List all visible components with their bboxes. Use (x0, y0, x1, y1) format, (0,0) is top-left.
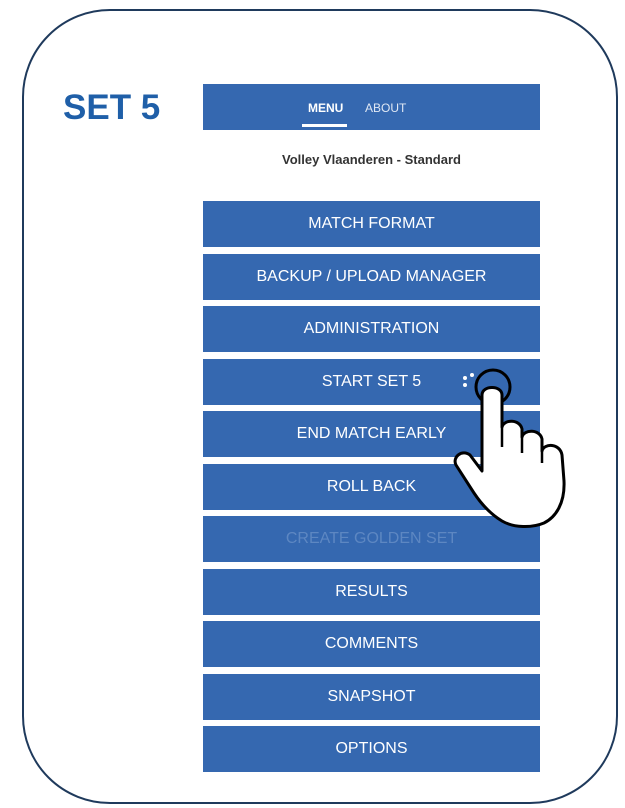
comments-button[interactable]: COMMENTS (203, 621, 540, 667)
options-button[interactable]: OPTIONS (203, 726, 540, 772)
top-tab-bar: MENU ABOUT (203, 84, 540, 130)
match-format-button[interactable]: MATCH FORMAT (203, 201, 540, 247)
results-button[interactable]: RESULTS (203, 568, 540, 615)
scoresheet-type-label: Volley Vlaanderen - Standard (282, 152, 461, 167)
tab-about[interactable]: ABOUT (365, 101, 406, 115)
tap-hand-icon (453, 368, 566, 528)
active-tab-indicator (302, 124, 347, 127)
snapshot-button[interactable]: SNAPSHOT (203, 673, 540, 720)
set-heading: SET 5 (63, 88, 161, 127)
tab-menu[interactable]: MENU (308, 101, 343, 115)
backup-upload-manager-button[interactable]: BACKUP / UPLOAD MANAGER (203, 253, 540, 300)
administration-button[interactable]: ADMINISTRATION (203, 306, 540, 352)
